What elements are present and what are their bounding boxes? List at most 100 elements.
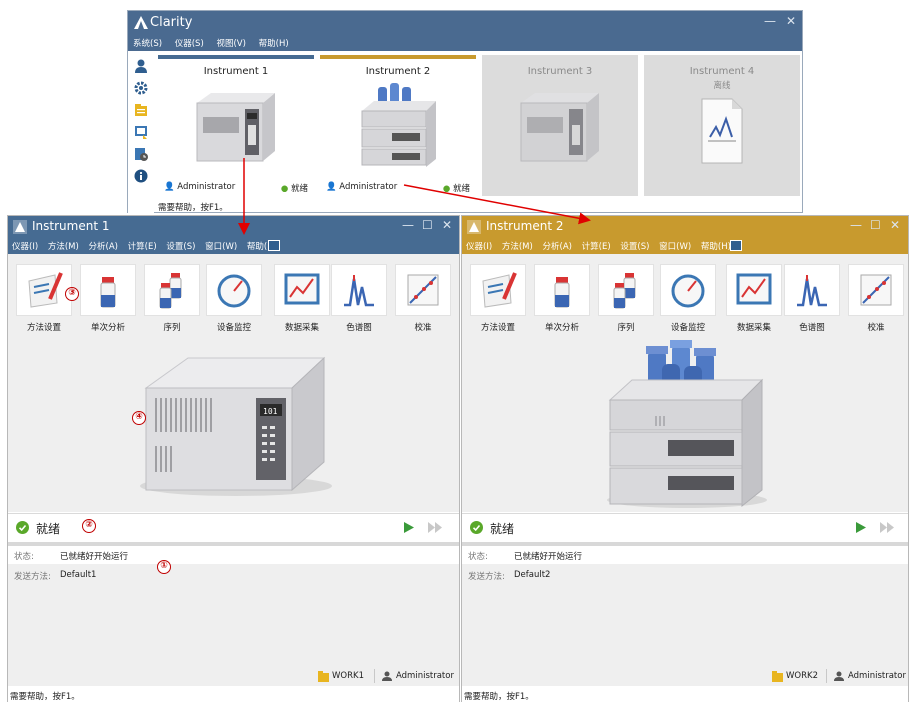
minimize-button[interactable]: — (850, 218, 862, 232)
inst1-title: Instrument 1 (32, 219, 110, 233)
menu-instrument[interactable]: 仪器(I) (466, 238, 492, 252)
card-status: ● 就绪 (280, 184, 308, 194)
user-icon[interactable] (134, 59, 148, 73)
tool-device-monitor[interactable]: 设备监控 (202, 264, 266, 333)
menu-instrument[interactable]: 仪器(S) (175, 35, 204, 49)
menu-calculate[interactable]: 计算(E) (128, 238, 157, 252)
menu-settings[interactable]: 设置(S) (166, 238, 195, 252)
tool-calibration[interactable]: 校准 (395, 264, 451, 333)
menu-method[interactable]: 方法(M) (502, 238, 533, 252)
tool-device-monitor[interactable]: 设备监控 (656, 264, 720, 333)
card-status-bar (158, 55, 314, 59)
maximize-button[interactable]: ☐ (422, 218, 433, 232)
folder-icon[interactable] (134, 103, 148, 117)
close-button[interactable]: ✕ (442, 218, 452, 232)
menu-method[interactable]: 方法(M) (48, 238, 79, 252)
project-name[interactable]: WORK1 (332, 671, 364, 681)
close-button[interactable]: ✕ (786, 14, 796, 28)
state-label: 状态: (468, 552, 488, 562)
menu-calculate[interactable]: 计算(E) (582, 238, 611, 252)
data-acquisition-icon (284, 273, 320, 305)
card-name: Instrument 4 (689, 66, 755, 77)
method-setup-icon (28, 272, 63, 308)
calibration-icon (860, 274, 892, 306)
tool-data-acquisition[interactable]: 数据采集 (722, 264, 786, 333)
fast-forward-icon[interactable] (428, 522, 442, 533)
ready-check-icon (16, 521, 29, 534)
inst1-info-panel: 状态: 已就绪好开始运行 发送方法: Default1 (8, 546, 459, 686)
main-menubar: 系统(S) 仪器(S) 视图(V) 帮助(H) (128, 35, 802, 51)
project-folder-icon (772, 671, 783, 682)
ready-label: 就绪 (36, 522, 61, 536)
instrument-card-3[interactable]: Instrument 3 (482, 55, 638, 196)
data-acquisition-icon (736, 273, 772, 305)
menu-instrument[interactable]: 仪器(I) (12, 238, 38, 252)
instrument-card-4[interactable]: Instrument 4 离线 (644, 55, 800, 196)
card-status-bar (320, 55, 476, 59)
instrument-2-window: Instrument 2 — ☐ ✕ 仪器(I) 方法(M) 分析(A) 计算(… (461, 215, 909, 702)
monitor-icon[interactable] (134, 125, 148, 139)
maximize-button[interactable]: ☐ (870, 218, 881, 232)
inst2-menubar: 仪器(I) 方法(M) 分析(A) 计算(E) 设置(S) 窗口(W) 帮助(H… (462, 238, 908, 254)
inst1-instrument-canvas: 101 (8, 340, 459, 512)
state-value: 已就绪好开始运行 (60, 552, 129, 562)
project-name[interactable]: WORK2 (786, 671, 818, 681)
tool-sequence[interactable]: 序列 (144, 264, 200, 333)
tool-sequence[interactable]: 序列 (598, 264, 654, 333)
instrument-card-1[interactable]: Instrument 1 👤 Administrator ● 就绪 (158, 55, 314, 196)
instrument-card-2[interactable]: Instrument 2 👤 Administrator ● 就绪 (320, 55, 476, 196)
vials-sequence-icon (613, 273, 636, 309)
clarity-link-icon[interactable] (268, 240, 280, 251)
tool-chromatogram[interactable]: 色谱图 (331, 264, 387, 333)
play-icon[interactable] (404, 522, 414, 533)
instrument-app-icon (13, 220, 27, 234)
gc-instrument-icon (520, 93, 599, 162)
user-name: Administrator (396, 671, 454, 681)
divider (374, 669, 375, 683)
close-button[interactable]: ✕ (890, 218, 900, 232)
menu-help[interactable]: 帮助(H) (701, 238, 731, 252)
clarity-main-window: Clarity — ✕ 系统(S) 仪器(S) 视图(V) 帮助(H) Inst… (127, 10, 803, 213)
instrument-app-icon (467, 220, 481, 234)
lc-instrument-illustration[interactable] (602, 340, 772, 510)
tool-single-analysis[interactable]: 单次分析 (80, 264, 136, 333)
menu-system[interactable]: 系统(S) (133, 35, 162, 49)
callout-2: ② (82, 519, 96, 533)
clarity-link-icon[interactable] (730, 240, 742, 251)
minimize-button[interactable]: — (402, 218, 414, 232)
method-label: 发送方法: (14, 572, 51, 582)
tool-method-setup[interactable]: 方法设置 (16, 264, 72, 333)
gear-icon[interactable] (134, 81, 148, 95)
ready-label: 就绪 (490, 522, 515, 536)
inst2-ready-row: 就绪 (462, 513, 908, 541)
user-icon (382, 671, 392, 681)
menu-window[interactable]: 窗口(W) (659, 238, 691, 252)
gc-instrument-illustration[interactable]: 101 (136, 346, 336, 498)
menu-window[interactable]: 窗口(W) (205, 238, 237, 252)
menu-help[interactable]: 帮助(H) (259, 35, 289, 49)
gc-instrument-icon (196, 93, 275, 162)
card-name: Instrument 1 (203, 66, 269, 77)
vials-sequence-icon (159, 273, 182, 309)
fast-forward-icon[interactable] (880, 522, 894, 533)
menu-analysis[interactable]: 分析(A) (89, 238, 118, 252)
info-icon[interactable] (134, 169, 148, 183)
calibration-icon (407, 274, 439, 306)
schedule-icon[interactable] (134, 147, 148, 161)
tool-method-setup[interactable]: 方法设置 (470, 264, 526, 333)
method-label: 发送方法: (468, 572, 505, 582)
play-icon[interactable] (856, 522, 866, 533)
menu-settings[interactable]: 设置(S) (620, 238, 649, 252)
method-value: Default1 (60, 570, 97, 580)
tool-data-acquisition[interactable]: 数据采集 (270, 264, 334, 333)
tool-calibration[interactable]: 校准 (848, 264, 904, 333)
main-title: Clarity (150, 15, 193, 30)
minimize-button[interactable]: — (764, 14, 776, 28)
menu-view[interactable]: 视图(V) (216, 35, 245, 49)
inst1-menubar: 仪器(I) 方法(M) 分析(A) 计算(E) 设置(S) 窗口(W) 帮助(H… (8, 238, 459, 254)
menu-analysis[interactable]: 分析(A) (543, 238, 572, 252)
chromatogram-icon (344, 275, 374, 307)
tool-single-analysis[interactable]: 单次分析 (534, 264, 590, 333)
document-chart-icon (701, 98, 743, 164)
tool-chromatogram[interactable]: 色谱图 (784, 264, 840, 333)
